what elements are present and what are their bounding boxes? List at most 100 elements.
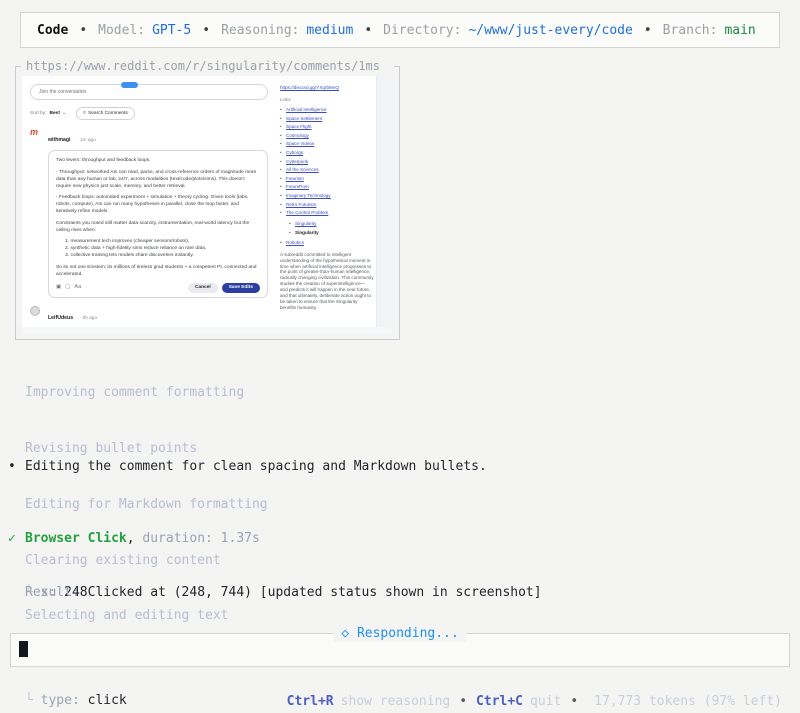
edit-paragraph: Constraints you noted still matter data … xyxy=(56,220,260,234)
edit-paragraph: - Feedback loops: automated experiment +… xyxy=(56,194,260,215)
reasoning-value: medium xyxy=(306,23,353,38)
sidebar-link[interactable]: Cyborgs xyxy=(286,150,303,155)
links-heading: Links xyxy=(280,97,374,102)
save-edits-button[interactable]: Save Edits xyxy=(222,283,260,293)
current-page-link: Singularity xyxy=(295,230,319,235)
sidebar-link[interactable]: Artificial Intelligence xyxy=(286,107,327,112)
sidebar-link[interactable]: Imaginary Technology xyxy=(286,193,331,198)
list-item: Space Flight xyxy=(280,124,374,129)
token-count: 17,773 tokens (97% left) xyxy=(594,694,782,709)
editor-toolbar: ▣ ▢ Aa Cancel Save Edits xyxy=(56,283,260,293)
list-item: Cyberpunk xyxy=(280,159,374,164)
comma: , xyxy=(127,531,135,546)
sidebar-robotics-list: Robotics xyxy=(280,240,374,245)
list-item: Futurism xyxy=(280,176,374,181)
sort-value[interactable]: Best xyxy=(50,111,60,116)
list-item: Imaginary Technology xyxy=(280,193,374,198)
list-item: All the Sciences xyxy=(280,167,374,172)
browser-preview-panel: https://www.reddit.com/r/singularity/com… xyxy=(15,66,400,340)
discord-link[interactable]: https://discord.gg/YXqrb9mQ xyxy=(280,85,374,90)
separator-dot: • xyxy=(644,23,652,38)
sidebar-link[interactable]: Space Videos xyxy=(286,141,314,146)
model-value: GPT-5 xyxy=(152,23,191,38)
tool-call-header: ✓Browser Click, duration: 1.37s xyxy=(8,530,260,548)
sidebar-link[interactable]: Cosmology xyxy=(286,133,309,138)
directory-label: Directory: xyxy=(383,23,461,38)
comment-edit-box[interactable]: Two levers: throughput and feedback loop… xyxy=(48,150,268,298)
check-icon: ✓ xyxy=(8,530,25,548)
search-comments-label: Search Comments xyxy=(88,111,128,116)
comment-author[interactable]: withmagi xyxy=(48,137,70,143)
gif-icon[interactable]: ▢ xyxy=(65,284,70,291)
sort-label: Sort by: xyxy=(30,111,47,116)
sidebar-link[interactable]: Retro Futurism xyxy=(286,202,316,207)
sidebar-links-list: Artificial Intelligence Space Settlement… xyxy=(280,107,374,215)
sort-row: Sort by: Best ⌄ ⌕ Search Comments xyxy=(30,107,268,120)
status-bar: Code • Model: GPT-5 • Reasoning: medium … xyxy=(20,12,780,48)
list-item: The Control Problem xyxy=(280,210,374,215)
sidebar-link[interactable]: Cyberpunk xyxy=(286,159,308,164)
footer-hints: Ctrl+Rshow reasoning•Ctrl+Cquit•17,773 t… xyxy=(0,679,782,713)
sidebar-link[interactable]: The Control Problem xyxy=(286,210,328,215)
sidebar-link[interactable]: Futurism xyxy=(286,176,304,181)
list-item: Cosmology xyxy=(280,133,374,138)
result-label: Result: xyxy=(25,585,80,600)
comment-author[interactable]: LeifUdeus xyxy=(48,315,73,321)
responding-status: ◇ Responding... xyxy=(333,625,466,642)
search-comments-button[interactable]: ⌕ Search Comments xyxy=(76,107,135,120)
scrollbar-area[interactable] xyxy=(376,76,393,334)
list-item: Space Videos xyxy=(280,141,374,146)
edit-numbered-list: 1. measurement tech improves (cheaper se… xyxy=(56,238,260,259)
directory-value: ~/www/just-every/code xyxy=(468,23,632,38)
avatar xyxy=(30,306,40,316)
shortcut-key: Ctrl+R xyxy=(287,694,334,709)
queued-line: Improving comment formatting xyxy=(25,384,268,403)
reddit-sidebar: https://discord.gg/YXqrb9mQ Links Artifi… xyxy=(280,85,374,311)
reddit-comments-column: Join the conversation Sort by: Best ⌄ ⌕ … xyxy=(30,84,268,334)
sidebar-link[interactable]: All the Sciences xyxy=(286,167,319,172)
page-bottom-strip xyxy=(22,327,393,334)
list-item: Robotics xyxy=(280,240,374,245)
edit-paragraph: So its not one Einstein; its millions of… xyxy=(56,264,260,278)
blue-badge xyxy=(121,82,138,88)
branch-value: main xyxy=(724,23,755,38)
sidebar-link[interactable]: Robotics xyxy=(286,240,304,245)
comment-compose-field[interactable]: Join the conversation xyxy=(30,84,268,100)
subreddit-description: A subreddit committed to intelligent und… xyxy=(280,252,374,311)
chevron-down-icon: ⌄ xyxy=(62,111,66,116)
tool-result: Result: Clicked at (248, 744) [updated s… xyxy=(25,585,542,600)
separator-dot: • xyxy=(79,23,87,38)
status-spacer xyxy=(349,626,357,641)
branch-label: Branch: xyxy=(663,23,718,38)
edit-list-item: 3. collective training lets models share… xyxy=(65,252,260,259)
shortcut-key: Ctrl+C xyxy=(476,694,523,709)
sidebar-link[interactable]: Singularity xyxy=(295,221,316,226)
preview-url: https://www.reddit.com/r/singularity/com… xyxy=(21,58,394,75)
edit-paragraph: - Throughput: networked AIs can read, pa… xyxy=(56,169,260,190)
sidebar-link[interactable]: FuturePorn xyxy=(286,184,309,189)
model-label: Model: xyxy=(98,23,145,38)
list-item: Artificial Intelligence xyxy=(280,107,374,112)
reasoning-label: Reasoning: xyxy=(221,23,299,38)
cancel-button[interactable]: Cancel xyxy=(188,283,218,293)
sidebar-link[interactable]: Space Flight xyxy=(286,124,312,129)
app-window: Code • Model: GPT-5 • Reasoning: medium … xyxy=(0,0,800,713)
shortcut-label: show reasoning xyxy=(341,694,451,709)
assistant-message-text: Editing the comment for clean spacing an… xyxy=(25,459,487,474)
composer-input[interactable]: ◇ Responding... xyxy=(10,633,790,667)
list-item: Space Settlement xyxy=(280,116,374,121)
list-item: Cyborgs xyxy=(280,150,374,155)
tool-name: Browser Click xyxy=(25,531,127,546)
reddit-screenshot: Join the conversation Sort by: Best ⌄ ⌕ … xyxy=(22,76,393,334)
list-item: FuturePorn xyxy=(280,184,374,189)
responding-label: Responding... xyxy=(357,626,459,641)
shortcut-label: quit xyxy=(530,694,561,709)
image-icon[interactable]: ▣ xyxy=(56,284,61,291)
edit-list-item: 1. measurement tech improves (cheaper se… xyxy=(65,238,260,245)
edit-paragraph: Two levers: throughput and feedback loop… xyxy=(56,157,260,164)
sidebar-link[interactable]: Space Settlement xyxy=(286,116,322,121)
text-format-icon[interactable]: Aa xyxy=(74,284,81,291)
assistant-message: •Editing the comment for clean spacing a… xyxy=(8,459,487,474)
text-cursor xyxy=(19,641,28,657)
separator-dot: • xyxy=(570,694,578,709)
